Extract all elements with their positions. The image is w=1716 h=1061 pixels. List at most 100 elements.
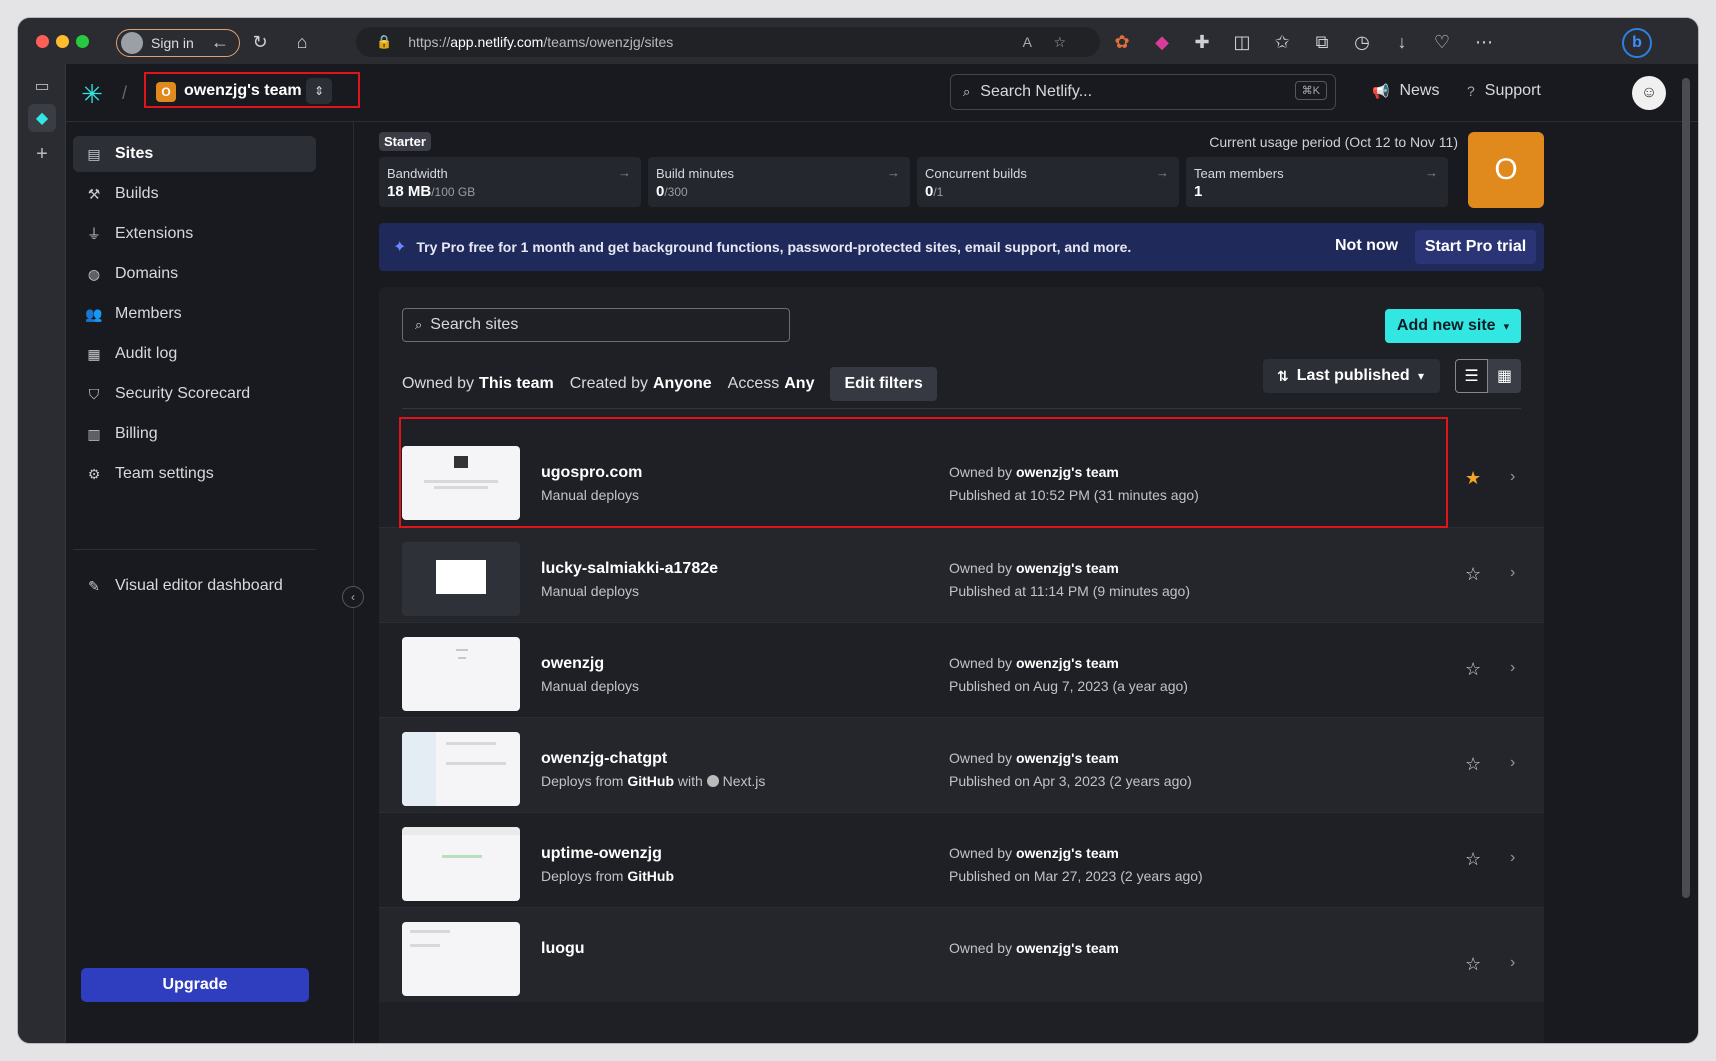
split-screen-icon[interactable]: ◫ bbox=[1230, 30, 1254, 54]
sidebar-item-billing[interactable]: ▥ Billing bbox=[73, 416, 316, 452]
team-switch-icon[interactable]: ⇕ bbox=[306, 78, 332, 104]
sidebar-item-domains[interactable]: ◍ Domains bbox=[73, 256, 316, 292]
support-link[interactable]: ? Support bbox=[1467, 82, 1541, 100]
site-name[interactable]: uptime-owenzjg bbox=[541, 845, 662, 863]
chevron-right-icon[interactable]: › bbox=[1510, 849, 1515, 867]
netlify-logo-icon[interactable]: ✳ bbox=[76, 78, 108, 110]
site-name[interactable]: owenzjg bbox=[541, 655, 604, 673]
usage-limit: /100 GB bbox=[431, 185, 476, 199]
address-bar[interactable]: 🔒 https://app.netlify.com/teams/owenzjg/… bbox=[356, 27, 1100, 57]
chevron-right-icon[interactable]: › bbox=[1510, 564, 1515, 582]
zoom-window-button[interactable] bbox=[76, 35, 89, 48]
scrollbar[interactable] bbox=[1682, 78, 1690, 898]
search-sites-input[interactable]: ⌕ Search sites bbox=[402, 308, 790, 342]
star-outline-icon[interactable]: ☆ bbox=[1465, 849, 1481, 870]
gear-icon: ⚙ bbox=[87, 465, 101, 482]
chevron-right-icon[interactable]: › bbox=[1510, 754, 1515, 772]
deploy-source: GitHub bbox=[627, 868, 675, 884]
list-divider bbox=[402, 408, 1521, 409]
site-row[interactable]: ugospro.com Manual deploys Owned by owen… bbox=[379, 432, 1544, 527]
sidebar-item-team-settings[interactable]: ⚙ Team settings bbox=[73, 456, 316, 492]
owner-prefix: Owned by bbox=[949, 940, 1013, 956]
star-outline-icon[interactable]: ☆ bbox=[1465, 754, 1481, 775]
sidebar-item-visual-editor[interactable]: ✎ Visual editor dashboard bbox=[73, 568, 316, 604]
netlify-tab-icon[interactable]: ◆ bbox=[28, 104, 56, 132]
star-outline-icon[interactable]: ☆ bbox=[1465, 954, 1481, 975]
site-name[interactable]: lucky-salmiakki-a1782e bbox=[541, 560, 718, 578]
new-tab-icon[interactable]: + bbox=[28, 140, 56, 168]
sidebar-item-members[interactable]: 👥 Members bbox=[73, 296, 316, 332]
filter-value: Anyone bbox=[653, 375, 712, 392]
netlify-app: ✳ / O owenzjg's team ⇕ ⌕ Search Netlify.… bbox=[66, 64, 1698, 1043]
not-now-button[interactable]: Not now bbox=[1335, 237, 1398, 255]
extension-icon-2[interactable]: ◆ bbox=[1150, 30, 1174, 54]
site-name[interactable]: luogu bbox=[541, 940, 585, 958]
history-icon[interactable]: ◷ bbox=[1350, 30, 1374, 54]
chevron-right-icon[interactable]: › bbox=[1510, 659, 1515, 677]
extension-icon[interactable]: ✿ bbox=[1110, 30, 1134, 54]
read-aloud-icon[interactable]: A bbox=[1023, 34, 1032, 50]
site-thumbnail bbox=[402, 922, 520, 996]
more-menu-icon[interactable]: ⋯ bbox=[1472, 30, 1496, 54]
filter-created-by[interactable]: Created by Anyone bbox=[570, 375, 728, 393]
site-row[interactable]: lucky-salmiakki-a1782e Manual deploys Ow… bbox=[379, 527, 1544, 622]
sidebar-divider bbox=[73, 549, 316, 550]
news-link[interactable]: 📢 News bbox=[1372, 82, 1439, 100]
netlify-search-input[interactable]: ⌕ Search Netlify... ⌘K bbox=[950, 74, 1336, 110]
usage-card-bandwidth[interactable]: Bandwidth 18 MB/100 GB → bbox=[379, 157, 641, 207]
sort-dropdown[interactable]: ⇅ Last published ▾ bbox=[1263, 359, 1440, 393]
home-icon[interactable]: ⌂ bbox=[290, 30, 314, 54]
edit-filters-button[interactable]: Edit filters bbox=[830, 367, 937, 401]
sidebar-item-builds[interactable]: ⚒ Builds bbox=[73, 176, 316, 212]
sort-label: Last published bbox=[1296, 367, 1410, 384]
site-row[interactable]: uptime-owenzjg Deploys from GitHub Owned… bbox=[379, 812, 1544, 907]
back-icon[interactable]: ← bbox=[208, 30, 232, 54]
user-avatar[interactable]: ☺ bbox=[1632, 76, 1666, 110]
site-published: Published on Apr 3, 2023 (2 years ago) bbox=[949, 773, 1192, 789]
star-filled-icon[interactable]: ★ bbox=[1465, 468, 1481, 489]
filter-value: This team bbox=[479, 375, 554, 392]
filter-owned-by[interactable]: Owned by This team bbox=[402, 375, 570, 393]
collections-icon[interactable]: ⧉ bbox=[1310, 30, 1334, 54]
deploy-with: with bbox=[677, 773, 703, 789]
sidebar-item-sites[interactable]: ▤ Sites bbox=[73, 136, 316, 172]
add-new-site-button[interactable]: Add new site ▾ bbox=[1385, 309, 1521, 343]
star-outline-icon[interactable]: ☆ bbox=[1465, 659, 1481, 680]
arrow-right-icon: → bbox=[887, 165, 900, 180]
sidebar-item-extensions[interactable]: ⏚ Extensions bbox=[73, 216, 316, 252]
chevron-right-icon[interactable]: › bbox=[1510, 468, 1515, 486]
health-icon[interactable]: ♡ bbox=[1430, 30, 1454, 54]
favorites-icon[interactable]: ✩ bbox=[1270, 30, 1294, 54]
team-avatar-large: O bbox=[1468, 132, 1544, 208]
team-selector[interactable]: O owenzjg's team ⇕ bbox=[144, 72, 360, 108]
filter-access[interactable]: Access Any bbox=[728, 375, 831, 393]
start-pro-trial-button[interactable]: Start Pro trial bbox=[1415, 230, 1536, 264]
site-name[interactable]: owenzjg-chatgpt bbox=[541, 750, 667, 768]
site-row[interactable]: owenzjg-chatgpt Deploys from GitHub with… bbox=[379, 717, 1544, 812]
favorite-star-icon[interactable]: ☆ bbox=[1053, 34, 1066, 51]
chevron-right-icon[interactable]: › bbox=[1510, 954, 1515, 972]
usage-card-concurrent-builds[interactable]: Concurrent builds 0/1 → bbox=[917, 157, 1179, 207]
minimize-window-button[interactable] bbox=[56, 35, 69, 48]
list-view-icon[interactable]: ☰ bbox=[1455, 359, 1488, 393]
pro-trial-banner: ✦ Try Pro free for 1 month and get backg… bbox=[379, 223, 1544, 271]
grid-view-icon[interactable]: ▦ bbox=[1488, 359, 1521, 393]
reload-icon[interactable]: ↻ bbox=[248, 30, 272, 54]
site-row[interactable]: luogu Owned by owenzjg's team ☆ › bbox=[379, 907, 1544, 1002]
shield-icon: ⛉ bbox=[88, 385, 100, 402]
site-row[interactable]: owenzjg Manual deploys Owned by owenzjg'… bbox=[379, 622, 1544, 717]
extensions-puzzle-icon[interactable]: ✚ bbox=[1190, 30, 1214, 54]
upgrade-button[interactable]: Upgrade bbox=[81, 968, 309, 1002]
sidebar-item-label: Builds bbox=[115, 185, 159, 202]
star-outline-icon[interactable]: ☆ bbox=[1465, 564, 1481, 585]
usage-card-team-members[interactable]: Team members 1 → bbox=[1186, 157, 1448, 207]
sidebar-item-security-scorecard[interactable]: ⛉ Security Scorecard bbox=[73, 376, 316, 412]
close-window-button[interactable] bbox=[36, 35, 49, 48]
tab-actions-icon[interactable]: ▭ bbox=[28, 72, 56, 100]
sidebar-item-audit-log[interactable]: ▦ Audit log bbox=[73, 336, 316, 372]
owner-prefix: Owned by bbox=[949, 845, 1013, 861]
site-name[interactable]: ugospro.com bbox=[541, 464, 642, 482]
usage-card-build-minutes[interactable]: Build minutes 0/300 → bbox=[648, 157, 910, 207]
download-icon[interactable]: ↓ bbox=[1390, 30, 1414, 54]
copilot-icon[interactable]: b bbox=[1622, 28, 1652, 58]
